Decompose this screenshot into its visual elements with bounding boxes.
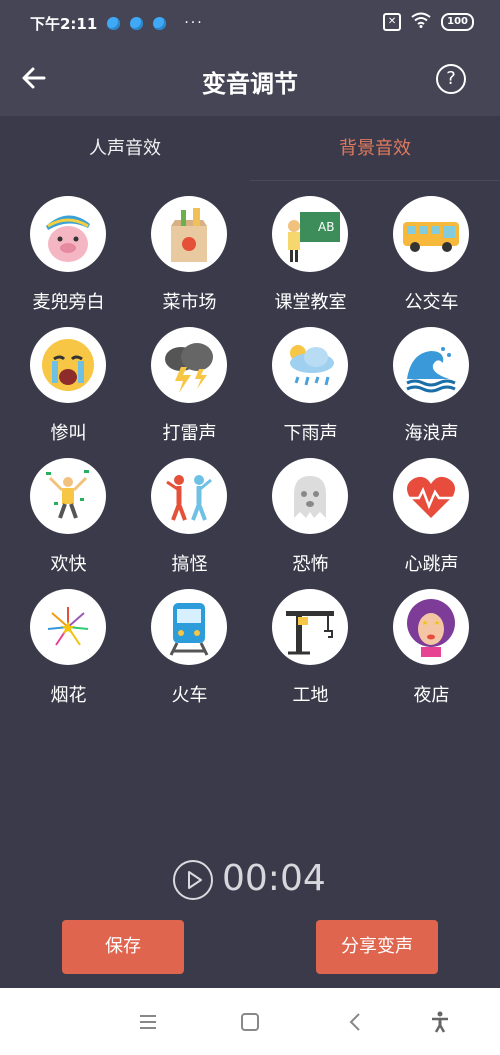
- effect-item[interactable]: 心跳声: [371, 458, 492, 578]
- effect-item[interactable]: 工地: [250, 589, 371, 709]
- back-icon[interactable]: [344, 1010, 368, 1034]
- svg-text:AB: AB: [318, 220, 334, 234]
- wifi-icon: [411, 12, 431, 32]
- effect-item[interactable]: 公交车: [371, 196, 492, 316]
- effect-item[interactable]: 菜市场: [129, 196, 250, 316]
- battery-indicator: 100: [441, 13, 474, 31]
- accessibility-icon[interactable]: [428, 1010, 452, 1034]
- effect-label: 火车: [171, 685, 208, 706]
- system-nav-bar: [0, 988, 500, 1055]
- share-voice-button[interactable]: 分享变声: [316, 920, 438, 974]
- sim-x-icon: ✕: [383, 13, 402, 31]
- effect-item[interactable]: 恐怖: [250, 458, 371, 578]
- fireworks-icon: [30, 589, 106, 665]
- tab-divider: [250, 180, 500, 181]
- effect-label: 夜店: [413, 685, 450, 706]
- playback-timer: 00:04: [222, 858, 326, 899]
- menu-icon[interactable]: [136, 1010, 160, 1034]
- effect-label: 公交车: [404, 292, 459, 313]
- wave-icon: [393, 327, 469, 403]
- page-title: 变音调节: [202, 70, 298, 98]
- app-notification-icon: [153, 16, 167, 30]
- grocery-bag-icon: [151, 196, 227, 272]
- home-icon[interactable]: [238, 1010, 262, 1034]
- effect-label: 烟花: [50, 685, 87, 706]
- tab-voice-effects[interactable]: 人声音效: [0, 116, 250, 182]
- thunderstorm-icon: [151, 327, 227, 403]
- effect-label: 恐怖: [292, 554, 329, 575]
- classroom-icon: AB: [272, 196, 348, 272]
- save-button[interactable]: 保存: [62, 920, 184, 974]
- pig-icon: [30, 196, 106, 272]
- effect-label: 欢快: [50, 554, 87, 575]
- effect-item[interactable]: 欢快: [8, 458, 129, 578]
- effect-item[interactable]: 搞怪: [129, 458, 250, 578]
- crying-face-icon: [30, 327, 106, 403]
- effect-item[interactable]: 下雨声: [250, 327, 371, 447]
- effect-label: 麦兜旁白: [32, 292, 105, 313]
- effect-item[interactable]: 海浪声: [371, 327, 492, 447]
- crane-icon: [272, 589, 348, 665]
- effect-label: 搞怪: [171, 554, 208, 575]
- effect-label: 海浪声: [404, 423, 459, 444]
- play-icon[interactable]: [173, 860, 213, 900]
- effect-item[interactable]: 麦兜旁白: [8, 196, 129, 316]
- funny-dancers-icon: [151, 458, 227, 534]
- effect-label: 课堂教室: [274, 292, 347, 313]
- effect-item[interactable]: 夜店: [371, 589, 492, 709]
- tab-background-effects[interactable]: 背景音效: [250, 116, 500, 182]
- effect-label: 菜市场: [162, 292, 217, 313]
- effect-label: 下雨声: [283, 423, 338, 444]
- dancing-person-icon: [30, 458, 106, 534]
- more-notifications-icon: ···: [184, 15, 204, 31]
- ghost-icon: [272, 458, 348, 534]
- app-header: 变音调节 ?: [0, 46, 500, 116]
- heartbeat-icon: [393, 458, 469, 534]
- effect-label: 工地: [292, 685, 329, 706]
- effect-label: 心跳声: [404, 554, 459, 575]
- train-icon: [151, 589, 227, 665]
- effect-item[interactable]: 打雷声: [129, 327, 250, 447]
- status-right-group: ✕ 100: [383, 12, 474, 32]
- effect-item[interactable]: AB 课堂教室: [250, 196, 371, 316]
- help-icon[interactable]: ?: [436, 64, 466, 94]
- bus-icon: [393, 196, 469, 272]
- party-woman-icon: [393, 589, 469, 665]
- effect-label: 惨叫: [50, 423, 87, 444]
- effect-label: 打雷声: [162, 423, 217, 444]
- effect-item[interactable]: 惨叫: [8, 327, 129, 447]
- app-notification-icon: [130, 16, 144, 30]
- app-notification-icon: [107, 16, 121, 30]
- effect-item[interactable]: 烟花: [8, 589, 129, 709]
- effect-item[interactable]: 火车: [129, 589, 250, 709]
- rain-cloud-icon: [272, 327, 348, 403]
- tab-bar: 人声音效 背景音效: [0, 116, 500, 182]
- status-time: 下午2:11: [30, 14, 98, 33]
- status-bar: 下午2:11 ··· ✕ 100: [0, 0, 500, 46]
- audio-player: 00:04: [0, 856, 500, 906]
